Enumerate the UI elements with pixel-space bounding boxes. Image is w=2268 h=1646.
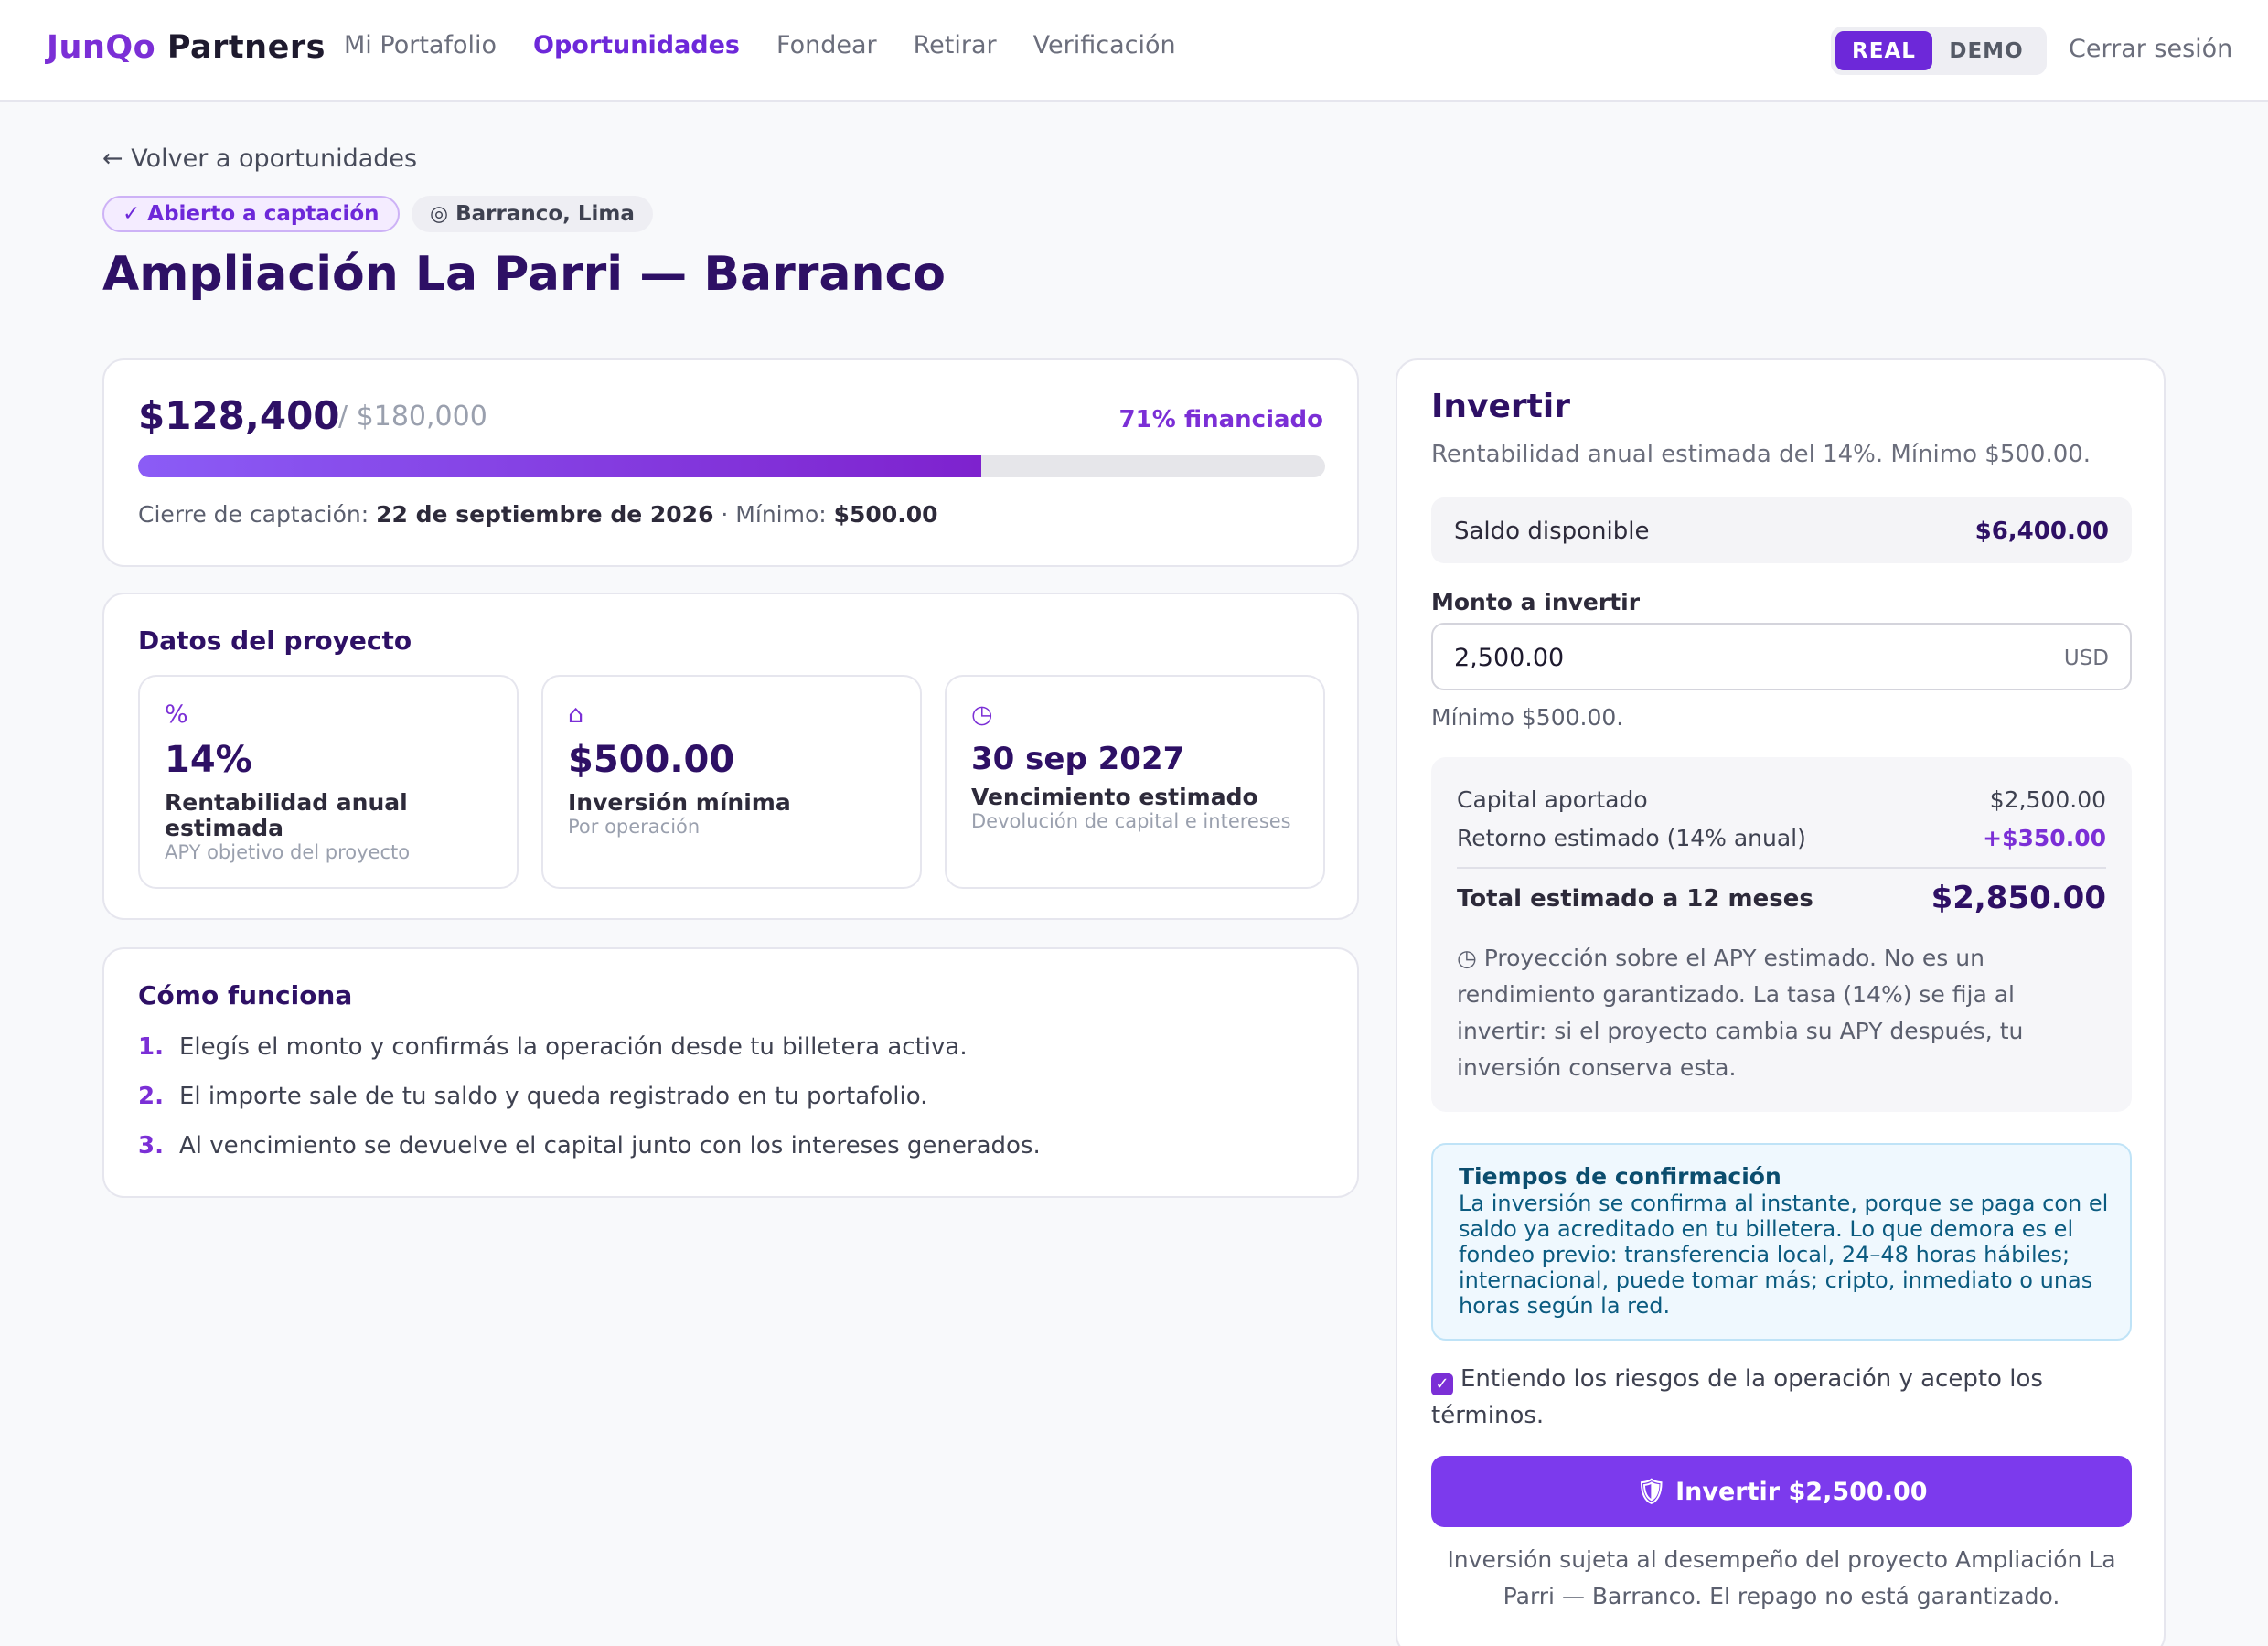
step-item: 3. Al vencimiento se devuelve el capital …	[138, 1132, 1041, 1160]
stat-value: 30 sep 2027	[971, 741, 1185, 777]
amount-label: Monto a invertir	[1431, 589, 1641, 615]
stat-card-min-investment: ⌂ $500.00 Inversión mínima Por operación	[541, 675, 922, 889]
stat-sub: APY objetivo del proyecto	[165, 841, 411, 863]
nav-verificacion[interactable]: Verificación	[1033, 31, 1176, 59]
logout-link[interactable]: Cerrar sesión	[2069, 35, 2232, 63]
back-to-opportunities-link[interactable]: ← Volver a oportunidades	[102, 144, 417, 173]
amount-field[interactable]: USD	[1431, 623, 2132, 690]
min-label: · Mínimo:	[713, 501, 834, 528]
raised-amount: $128,400	[138, 393, 340, 438]
risk-disclaimer: Inversión sujeta al desempeño del proyec…	[1447, 1546, 2116, 1609]
return-row: Retorno estimado (14% anual) +$350.00	[1457, 825, 2106, 851]
capital-value: $2,500.00	[1989, 786, 2106, 813]
step-text: Al vencimiento se devuelve el capital ju…	[179, 1132, 1041, 1160]
brand-name-part1: JunQo	[47, 29, 156, 66]
project-data-title: Datos del proyecto	[138, 625, 412, 656]
clock-icon: ◷	[971, 700, 993, 729]
step-number: 2.	[138, 1083, 164, 1110]
stat-card-apy: % 14% Rentabilidad anual estimada APY ob…	[138, 675, 519, 889]
invest-title: Invertir	[1431, 388, 1570, 425]
brand-logo[interactable]: JunQo Partners	[47, 29, 326, 66]
stat-value: $500.00	[568, 739, 735, 781]
step-text: Elegís el monto y confirmás la operación…	[179, 1033, 968, 1061]
goal-amount: / $180,000	[338, 401, 487, 433]
return-value: +$350.00	[1983, 825, 2106, 851]
confirmation-times-box: Tiempos de confirmación La inversión se …	[1431, 1143, 2132, 1341]
stat-sub: Devolución de capital e intereses	[971, 810, 1291, 832]
return-label: Retorno estimado (14% anual)	[1457, 825, 1806, 851]
stat-label: Vencimiento estimado	[971, 784, 1258, 810]
step-number: 1.	[138, 1033, 164, 1061]
page-title: Ampliación La Parri — Barranco	[102, 247, 947, 302]
stat-sub: Por operación	[568, 816, 701, 838]
nav-retirar[interactable]: Retirar	[914, 31, 997, 59]
capital-row: Capital aportado $2,500.00	[1457, 786, 2106, 813]
stat-label: Inversión mínima	[568, 789, 791, 816]
amount-input[interactable]	[1454, 637, 2003, 678]
main-nav: Mi Portafolio Oportunidades Fondear Reti…	[344, 31, 1213, 59]
home-icon: ⌂	[568, 700, 584, 729]
top-navbar: JunQo Partners Mi Portafolio Oportunidad…	[0, 0, 2268, 102]
min-value: $500.00	[833, 501, 938, 528]
projection-note: ◷ Proyección sobre el APY estimado. No e…	[1457, 945, 2024, 1081]
funded-percent: 71% financiado	[1118, 406, 1323, 433]
summary-divider	[1457, 867, 2106, 869]
step-item: 2. El importe sale de tu saldo y queda re…	[138, 1083, 927, 1110]
stat-value: 14%	[165, 739, 252, 781]
total-label: Total estimado a 12 meses	[1457, 885, 1813, 913]
brand-name-part2: Partners	[166, 29, 326, 66]
balance-label: Saldo disponible	[1454, 518, 1650, 545]
location-badge: ◎ Barranco, Lima	[412, 196, 653, 232]
percent-icon: %	[165, 700, 188, 729]
project-data-card: Datos del proyecto % 14% Rentabilidad an…	[102, 593, 1359, 920]
status-badge: ✓ Abierto a captación	[102, 196, 400, 232]
confirmation-title: Tiempos de confirmación	[1459, 1163, 1781, 1190]
step-item: 1. Elegís el monto y confirmás la operaci…	[138, 1033, 968, 1061]
mode-toggle: REAL DEMO	[1831, 27, 2047, 75]
invest-subtitle: Rentabilidad anual estimada del 14%. Mín…	[1431, 441, 2091, 468]
close-label: Cierre de captación:	[138, 501, 369, 528]
funding-card: $128,400 / $180,000 71% financiado Cierr…	[102, 358, 1359, 567]
nav-fondear[interactable]: Fondear	[776, 31, 877, 59]
invest-button[interactable]: 🛡 Invertir $2,500.00	[1431, 1456, 2132, 1527]
stat-card-maturity: ◷ 30 sep 2027 Vencimiento estimado Devol…	[945, 675, 1325, 889]
currency-label: USD	[2063, 647, 2109, 670]
stat-label: Rentabilidad anual estimada	[165, 789, 408, 841]
nav-mi-portafolio[interactable]: Mi Portafolio	[344, 31, 497, 59]
invest-card: Invertir Rentabilidad anual estimada del…	[1396, 358, 2166, 1646]
mode-demo-button[interactable]: DEMO	[1932, 31, 2040, 70]
total-value: $2,850.00	[1931, 880, 2106, 916]
confirmation-text: La inversión se confirma al instante, po…	[1459, 1191, 2109, 1319]
close-date: 22 de septiembre de 2026	[376, 501, 714, 528]
amount-hint: Mínimo $500.00.	[1431, 704, 1624, 731]
balance-value: $6,400.00	[1974, 518, 2109, 545]
nav-oportunidades[interactable]: Oportunidades	[533, 31, 740, 59]
terms-label[interactable]: Entiendo los riesgos de la operación y a…	[1431, 1365, 2043, 1429]
available-balance: Saldo disponible $6,400.00	[1431, 497, 2132, 563]
terms-row: ✓ Entiendo los riesgos de la operación y …	[1431, 1361, 2099, 1434]
how-it-works-card: Cómo funciona 1. Elegís el monto y confir…	[102, 947, 1359, 1198]
capital-label: Capital aportado	[1457, 786, 1648, 813]
mode-real-button[interactable]: REAL	[1835, 31, 1932, 70]
close-info: Cierre de captación: 22 de septiembre de…	[138, 501, 938, 528]
funding-progress-bar	[138, 455, 1325, 477]
funding-progress-fill	[138, 455, 981, 477]
step-text: El importe sale de tu saldo y queda regi…	[179, 1083, 928, 1110]
how-it-works-title: Cómo funciona	[138, 980, 353, 1010]
investment-summary: Capital aportado $2,500.00 Retorno estim…	[1431, 757, 2132, 1112]
step-number: 3.	[138, 1132, 164, 1160]
terms-checkbox[interactable]: ✓	[1431, 1373, 1453, 1395]
